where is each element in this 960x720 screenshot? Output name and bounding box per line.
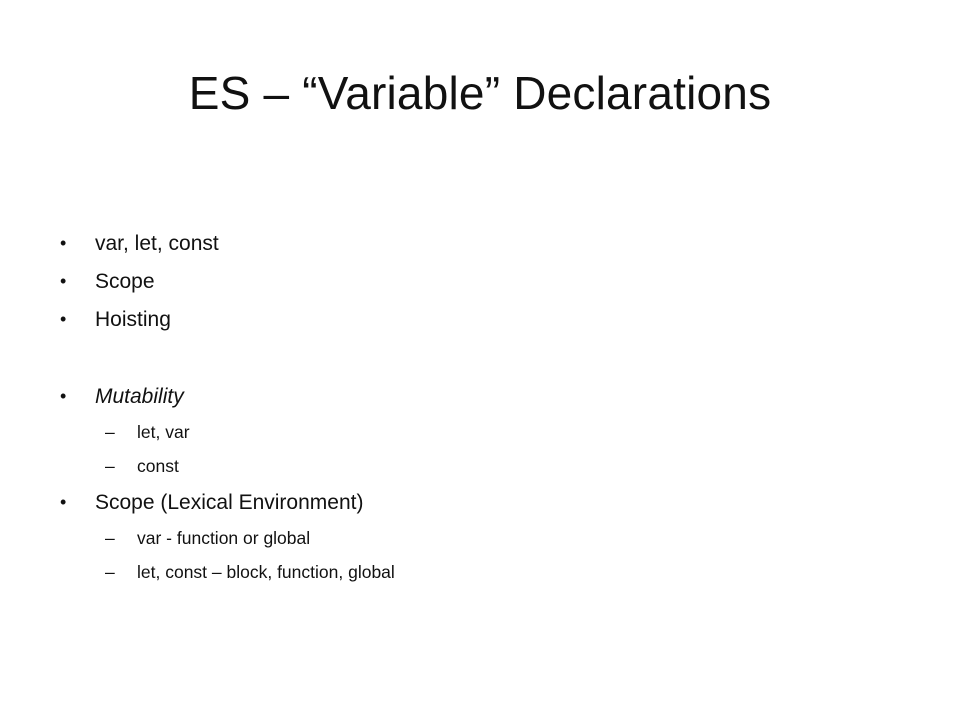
bullet-text: Scope xyxy=(95,270,155,293)
sub-bullet-item: – let, var xyxy=(60,421,437,443)
sub-bullet-text: const xyxy=(137,456,179,476)
bullet-text: Hoisting xyxy=(95,308,171,331)
bullet-text: var, let, const xyxy=(95,232,219,255)
sub-bullet-item: – let, const – block, function, global xyxy=(60,561,437,583)
bullet-icon: • xyxy=(60,386,67,406)
bullet-item: • Scope xyxy=(60,268,580,295)
bullet-icon: • xyxy=(60,492,67,512)
bullet-item: • Mutability xyxy=(60,383,580,410)
bullet-item: • var, let, const xyxy=(60,230,580,257)
dash-icon: – xyxy=(105,422,115,442)
dash-icon: – xyxy=(105,456,115,476)
bullet-icon: • xyxy=(60,309,67,329)
sub-bullet-item: – const xyxy=(60,455,437,477)
sub-bullet-text: var - function or global xyxy=(137,528,311,548)
sub-bullet-item: – var - function or global xyxy=(60,527,437,549)
dash-icon: – xyxy=(105,528,115,548)
bullet-icon: • xyxy=(60,271,67,291)
bullet-icon: • xyxy=(60,233,67,253)
dash-icon: – xyxy=(105,562,115,582)
sub-bullet-text: let, var xyxy=(137,422,190,442)
bullet-text: Scope (Lexical Environment) xyxy=(95,491,364,514)
slide-content: • var, let, const • Scope • Hoisting • M… xyxy=(60,230,580,595)
bullet-text: Mutability xyxy=(95,385,184,408)
slide-title: ES – “Variable” Declarations xyxy=(188,67,772,119)
sub-bullet-text: let, const – block, function, global xyxy=(137,562,395,582)
slide: ES – “Variable” Declarations • var, let,… xyxy=(0,0,960,720)
bullet-item: • Hoisting xyxy=(60,306,580,333)
bullet-item: • Scope (Lexical Environment) xyxy=(60,489,580,516)
